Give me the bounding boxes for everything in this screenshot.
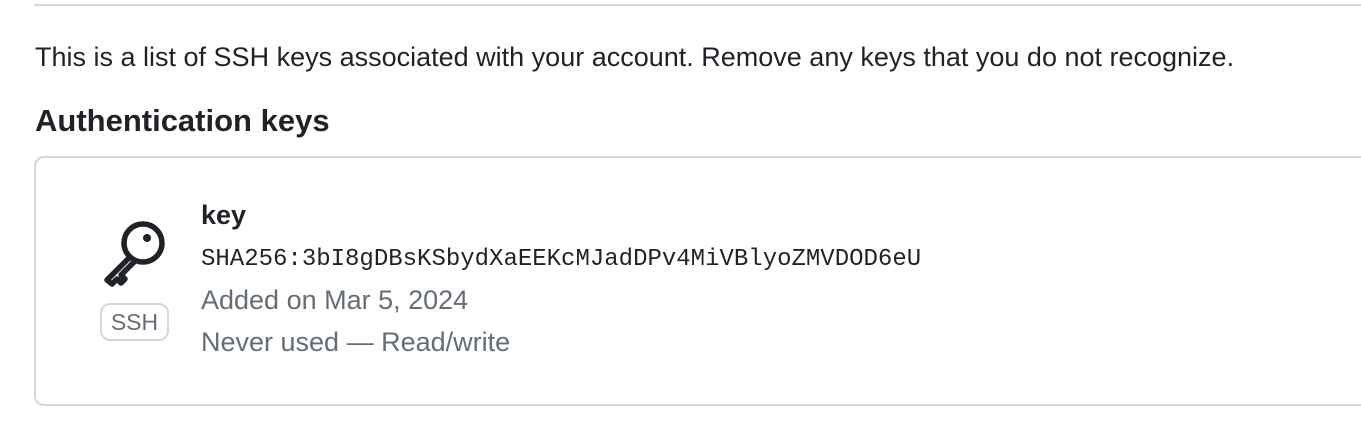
ssh-key-title: key: [201, 200, 247, 230]
key-icon: [100, 220, 168, 288]
section-divider: [34, 4, 1361, 6]
ssh-key-usage-status: Never used — Read/write: [201, 327, 511, 357]
ssh-key-fingerprint: SHA256:3bI8gDBsKSbydXaEEKcMJadDPv4MiVBly…: [201, 246, 922, 273]
ssh-keys-page: This is a list of SSH keys associated wi…: [0, 0, 1361, 429]
ssh-key-type-badge: SSH: [100, 303, 169, 341]
authentication-keys-heading: Authentication keys: [35, 103, 330, 138]
ssh-key-list-item: [34, 156, 1361, 406]
ssh-key-added-date: Added on Mar 5, 2024: [201, 285, 469, 315]
ssh-keys-description: This is a list of SSH keys associated wi…: [35, 42, 1235, 72]
